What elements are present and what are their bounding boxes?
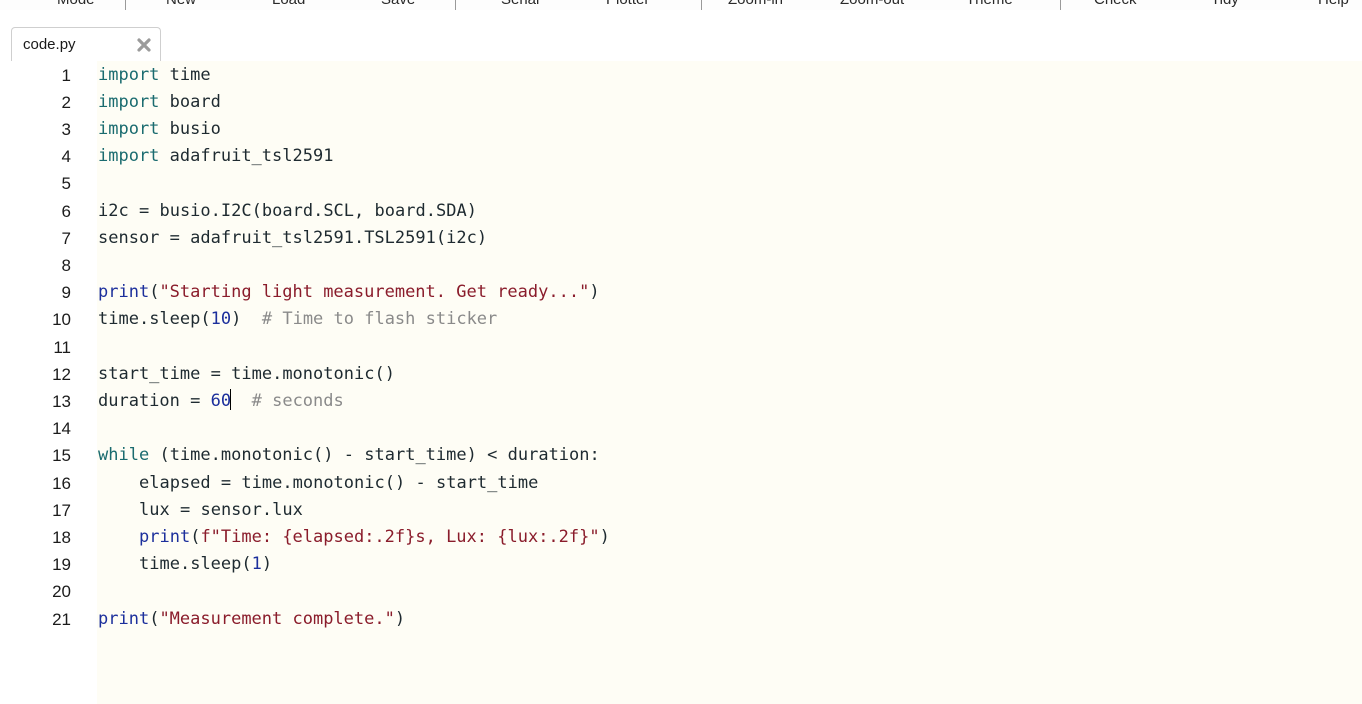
close-x-icon[interactable] [137,38,151,52]
code-line[interactable]: duration = 60 # seconds [98,388,344,415]
toolbar-labels: Mode New Load Save Serial Plotter Zoom-i… [0,0,1362,10]
line-number: 1 [61,65,71,85]
tab-bar: code.py [0,10,1362,61]
serial-button[interactable]: Serial [501,0,539,8]
line-number: 17 [52,500,71,520]
save-button[interactable]: Save [381,0,415,8]
help-button[interactable]: Help [1318,0,1349,8]
line-number: 6 [61,201,71,221]
tidy-button[interactable]: Tidy [1211,0,1239,8]
line-number: 21 [52,609,71,629]
zoom-out-button[interactable]: Zoom-out [840,0,904,8]
code-line[interactable]: lux = sensor.lux [98,497,303,524]
code-line[interactable]: import adafruit_tsl2591 [98,143,333,170]
line-number: 20 [52,582,71,602]
plotter-button[interactable]: Plotter [606,0,649,8]
code-line[interactable]: time.sleep(10) # Time to flash sticker [98,306,497,333]
code-editor[interactable]: 1 2 3 4 5 6 7 8 9 10 11 12 13 14 15 16 17 18 19 20 21 import… [11,61,1362,704]
code-line[interactable]: import time [98,62,211,89]
line-number: 5 [61,174,71,194]
line-number: 8 [61,255,71,275]
line-number: 11 [53,337,71,357]
line-number: 13 [52,391,71,411]
code-line[interactable]: print("Measurement complete.") [98,606,405,633]
tab-label: code.py [23,36,76,53]
line-number: 14 [52,419,71,439]
toolbar-separator [1060,0,1061,10]
toolbar-separator [701,0,702,10]
code-line[interactable]: print(f"Time: {elapsed:.2f}s, Lux: {lux:… [98,524,610,551]
line-number: 3 [61,119,71,139]
code-line[interactable]: i2c = busio.I2C(board.SCL, board.SDA) [98,198,477,225]
theme-button[interactable]: Theme [966,0,1013,8]
code-line[interactable]: start_time = time.monotonic() [98,361,395,388]
line-number: 10 [52,310,71,330]
toolbar-separator [455,0,456,10]
code-line[interactable]: print("Starting light measurement. Get r… [98,279,600,306]
mode-button[interactable]: Mode [57,0,95,8]
line-number: 7 [61,228,71,248]
line-number: 4 [61,147,71,167]
line-number: 2 [61,92,71,112]
line-number-gutter: 1 2 3 4 5 6 7 8 9 10 11 12 13 14 15 16 17 18 19 20 21 [11,61,97,704]
load-button[interactable]: Load [272,0,305,8]
toolbar: Mode New Load Save Serial Plotter Zoom-i… [0,0,1362,10]
code-line[interactable]: elapsed = time.monotonic() - start_time [98,470,538,497]
code-line[interactable]: while (time.monotonic() - start_time) < … [98,442,600,469]
close-x-icon-graphic [137,38,151,52]
toolbar-separator [125,0,126,10]
code-line[interactable]: import board [98,89,221,116]
line-number: 18 [52,527,71,547]
tab-code-py[interactable]: code.py [11,27,161,61]
check-button[interactable]: Check [1094,0,1137,8]
line-number: 15 [52,446,71,466]
code-line[interactable]: import busio [98,116,221,143]
line-number: 9 [61,283,71,303]
code-line[interactable]: time.sleep(1) [98,551,272,578]
code-line[interactable]: sensor = adafruit_tsl2591.TSL2591(i2c) [98,225,487,252]
code-area[interactable]: import time import board import busio impor… [98,61,1362,704]
line-number: 12 [52,364,71,384]
new-button[interactable]: New [166,0,196,8]
zoom-in-button[interactable]: Zoom-in [728,0,783,8]
line-number: 16 [52,473,71,493]
line-number: 19 [52,555,71,575]
